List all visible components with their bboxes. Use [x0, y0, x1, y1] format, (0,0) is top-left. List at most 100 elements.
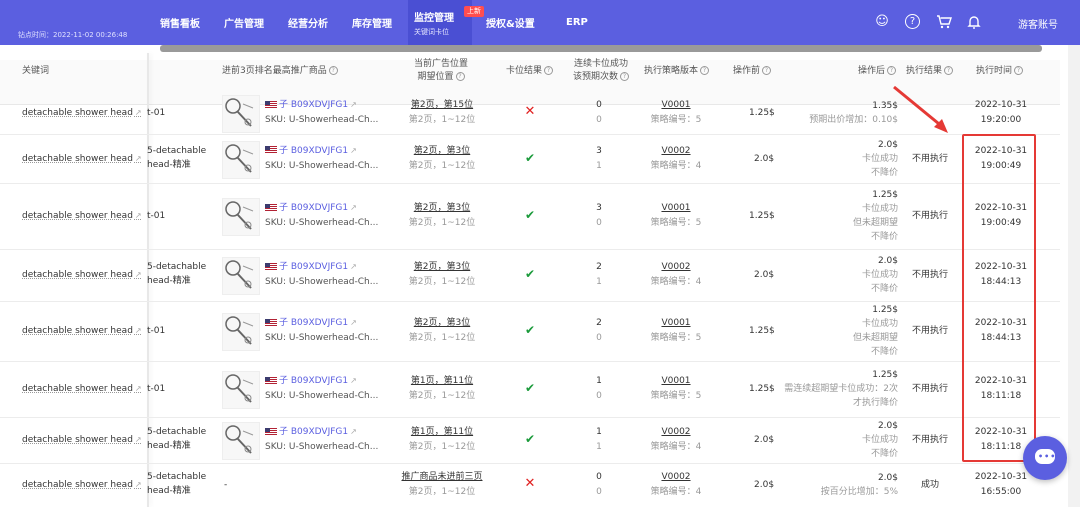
external-link-icon[interactable]: ↗ — [135, 270, 142, 279]
ad-group-name[interactable]: t-01 — [147, 382, 165, 396]
product-sku: SKU: U-Showerhead-Ch... — [265, 115, 379, 125]
nav-inventory[interactable]: 库存管理 — [346, 0, 402, 45]
bell-icon[interactable] — [966, 14, 982, 30]
external-link-icon[interactable]: ↗ — [350, 376, 357, 385]
continuous-count-expected: 0 — [596, 487, 602, 497]
external-link-icon[interactable]: ↗ — [350, 100, 357, 109]
nav-monitor-management[interactable]: 监控管理 关键词卡位 — [408, 0, 472, 45]
horizontal-scrollbar[interactable] — [160, 45, 1042, 52]
ad-group-name[interactable]: t-01 — [147, 106, 165, 120]
ad-group-name-line2[interactable]: head-精准 — [147, 158, 191, 172]
strategy-version-link[interactable]: V0002 — [648, 425, 704, 439]
exec-result: 不用执行 — [911, 326, 948, 336]
keyword-link[interactable]: detachable shower head ↗ — [22, 478, 142, 492]
nav-erp[interactable]: ERP — [560, 0, 592, 45]
external-link-icon[interactable]: ↗ — [135, 326, 142, 335]
external-link-icon[interactable]: ↗ — [135, 435, 142, 444]
ad-group-name[interactable]: 5-detachable — [147, 425, 206, 439]
us-flag-icon — [265, 100, 277, 109]
external-link-icon[interactable]: ↗ — [135, 211, 142, 220]
bid-after-note: 不降价 — [870, 232, 898, 242]
expected-position: 第2页，1~12位 — [408, 333, 476, 343]
strategy-number: 策略编号：5 — [650, 391, 702, 401]
strategy-version-link[interactable]: V0001 — [648, 316, 704, 330]
external-link-icon[interactable]: ↗ — [135, 384, 142, 393]
keyword-link[interactable]: detachable shower head ↗ — [22, 209, 142, 223]
product-asin-link[interactable]: 子 B09XDVJFG1 ↗ — [265, 98, 357, 112]
ad-group-name[interactable]: 5-detachable — [147, 470, 206, 484]
bid-after: 1.35$ — [872, 101, 898, 111]
external-link-icon[interactable]: ↗ — [350, 262, 357, 271]
product-sku: SKU: U-Showerhead-Ch... — [265, 333, 379, 343]
product-asin-link[interactable]: 子 B09XDVJFG1 ↗ — [265, 425, 357, 439]
help-icon: ? — [1014, 66, 1024, 75]
header-exec-result: 执行结果? — [906, 65, 954, 78]
ad-group-name[interactable]: t-01 — [147, 324, 165, 338]
strategy-version-link[interactable]: V0002 — [648, 470, 704, 484]
keyword-link[interactable]: detachable shower head ↗ — [22, 324, 142, 338]
bid-after-note: 不降价 — [870, 167, 898, 178]
sync-time: 钻点时间：2022-11-02 00:26:48 — [18, 31, 128, 39]
keyword-link[interactable]: detachable shower head ↗ — [22, 268, 142, 282]
nav-auth-settings[interactable]: 授权&设置 — [480, 0, 544, 45]
fail-x-icon: ✕ — [524, 476, 536, 491]
header-after: 操作后? — [858, 65, 897, 78]
help-icon[interactable]: ? — [905, 14, 920, 29]
product-asin-link[interactable]: 子 B09XDVJFG1 ↗ — [265, 144, 357, 158]
cart-icon[interactable] — [936, 14, 952, 30]
nav-monitor-sub: 关键词卡位 — [414, 27, 449, 36]
keyword-link[interactable]: detachable shower head ↗ — [22, 433, 142, 447]
nav-sales-board[interactable]: 销售看板 — [154, 0, 210, 45]
bid-after-note: 不降价 — [870, 449, 898, 459]
current-position: 第2页，第15位 — [410, 100, 474, 110]
strategy-version-link[interactable]: V0001 — [648, 374, 704, 388]
product-thumbnail — [222, 257, 260, 295]
product-thumbnail — [222, 140, 260, 179]
ad-group-name-line2[interactable]: head-精准 — [147, 484, 191, 498]
bid-after: 2.0$ — [877, 421, 898, 431]
external-link-icon[interactable]: ↗ — [350, 318, 357, 327]
external-link-icon[interactable]: ↗ — [350, 203, 357, 212]
success-check-icon: ✔ — [524, 323, 536, 337]
ad-group-name-line2[interactable]: head-精准 — [147, 274, 191, 288]
product-asin-link[interactable]: 子 B09XDVJFG1 ↗ — [265, 316, 357, 330]
chat-button[interactable]: ••• — [1023, 436, 1067, 480]
product-asin-link[interactable]: 子 B09XDVJFG1 ↗ — [265, 260, 357, 274]
external-link-icon[interactable]: ↗ — [135, 154, 142, 163]
external-link-icon[interactable]: ↗ — [350, 427, 357, 436]
continuous-count: 0 — [596, 100, 602, 110]
continuous-count-expected: 0 — [596, 391, 602, 401]
keyword-link[interactable]: detachable shower head ↗ — [22, 382, 142, 396]
external-link-icon[interactable]: ↗ — [135, 480, 142, 489]
ad-group-name[interactable]: 5-detachable — [147, 260, 206, 274]
bid-after-note: 卡位成功 — [861, 270, 898, 280]
external-link-icon[interactable]: ↗ — [350, 146, 357, 155]
ad-group-name[interactable]: t-01 — [147, 209, 165, 223]
strategy-version-link[interactable]: V0001 — [648, 201, 704, 215]
exec-date: 2022-10-31 — [974, 472, 1028, 482]
us-flag-icon — [265, 203, 277, 212]
ad-group-name-line2[interactable]: head-精准 — [147, 439, 191, 453]
product-asin-link[interactable]: 子 B09XDVJFG1 ↗ — [265, 201, 357, 215]
user-icon[interactable]: ☺ — [874, 14, 890, 30]
nav-business-analysis[interactable]: 经营分析 — [282, 0, 338, 45]
exec-result: 不用执行 — [911, 153, 948, 164]
continuous-count: 2 — [596, 262, 602, 272]
header-position: 当前广告位置 期望位置? — [413, 59, 468, 82]
product-asin-link[interactable]: 子 B09XDVJFG1 ↗ — [265, 374, 357, 388]
continuous-count-expected: 1 — [596, 160, 602, 171]
continuous-count: 3 — [596, 203, 602, 213]
nav-ads-management[interactable]: 广告管理 — [218, 0, 274, 45]
keyword-link[interactable]: detachable shower head ↗ — [22, 106, 142, 120]
external-link-icon[interactable]: ↗ — [135, 108, 142, 117]
us-flag-icon — [265, 146, 277, 154]
top-navigation-bar: 钻点时间：2022-11-02 00:26:48 销售看板 广告管理 经营分析 … — [0, 0, 1080, 45]
strategy-version-link[interactable]: V0002 — [648, 144, 704, 158]
expected-position: 第2页，1~12位 — [408, 487, 476, 497]
strategy-version-link[interactable]: V0001 — [648, 98, 704, 112]
header-strategy: 执行策略版本? — [644, 65, 710, 78]
strategy-version-link[interactable]: V0002 — [648, 260, 704, 274]
keyword-link[interactable]: detachable shower head ↗ — [22, 152, 142, 166]
ad-group-name[interactable]: 5-detachable — [147, 144, 206, 158]
account-name[interactable]: 游客账号 — [1018, 16, 1058, 31]
